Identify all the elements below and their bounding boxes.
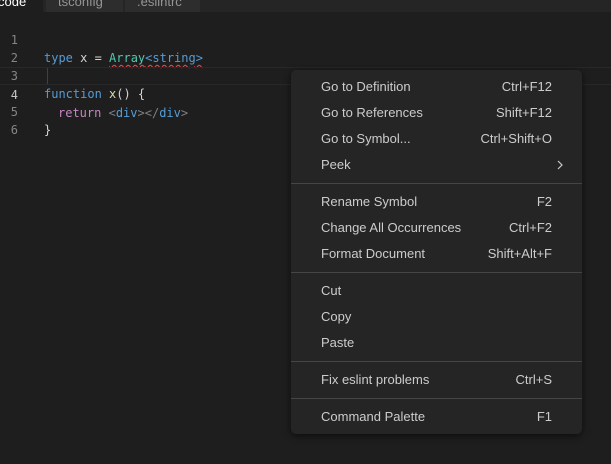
menu-item-shortcut: Ctrl+Shift+O — [480, 131, 552, 146]
menu-item-fix-eslint-problems[interactable]: Fix eslint problems Ctrl+S — [291, 367, 582, 393]
menu-item-label: Go to Definition — [321, 79, 411, 94]
code-text: } — [44, 123, 52, 137]
menu-item-label: Go to References — [321, 105, 423, 120]
context-menu: Go to Definition Ctrl+F12 Go to Referenc… — [291, 70, 582, 434]
tab-code[interactable]: code — [0, 0, 44, 12]
menu-item-label: Peek — [321, 157, 351, 172]
menu-item-label: Command Palette — [321, 409, 426, 424]
menu-separator — [291, 361, 582, 362]
menu-item-shortcut: Shift+F12 — [495, 105, 552, 120]
menu-item-cut[interactable]: Cut — [291, 278, 582, 304]
menu-item-copy[interactable]: Copy — [291, 304, 582, 330]
tab-tsconfig[interactable]: tsconfig — [46, 0, 124, 12]
menu-item-label: Cut — [321, 283, 342, 298]
menu-item-label: Format Document — [321, 246, 426, 261]
code-line-3[interactable]: 3 function x() { — [0, 49, 611, 101]
menu-item-label: Paste — [321, 335, 355, 350]
menu-item-label: Change All Occurrences — [321, 220, 462, 235]
tab-label: tsconfig — [58, 0, 103, 9]
tab-bar: code tsconfig .eslintrc — [0, 0, 611, 12]
menu-item-rename-symbol[interactable]: Rename Symbol F2 — [291, 189, 582, 215]
menu-item-label: Copy — [321, 309, 352, 324]
tab-eslintrc[interactable]: .eslintrc — [125, 0, 201, 12]
menu-item-change-all-occurrences[interactable]: Change All Occurrences Ctrl+F2 — [291, 215, 582, 241]
menu-item-paste[interactable]: Paste — [291, 330, 582, 356]
menu-item-command-palette[interactable]: Command Palette F1 — [291, 404, 582, 430]
menu-item-shortcut: Shift+Alt+F — [487, 246, 552, 261]
menu-separator — [291, 272, 582, 273]
code-line-2[interactable]: 2 — [0, 31, 611, 65]
menu-item-label: Rename Symbol — [321, 194, 418, 209]
menu-item-label: Go to Symbol... — [321, 131, 411, 146]
menu-item-go-to-definition[interactable]: Go to Definition Ctrl+F12 — [291, 74, 582, 100]
menu-item-shortcut: Ctrl+F2 — [509, 220, 552, 235]
menu-item-shortcut: Ctrl+S — [515, 372, 552, 387]
code-line-1[interactable]: 1 type x = Array<string> — [0, 13, 611, 65]
chevron-right-icon — [557, 160, 563, 170]
menu-item-format-document[interactable]: Format Document Shift+Alt+F — [291, 241, 582, 267]
tab-label: .eslintrc — [137, 0, 182, 9]
menu-item-go-to-symbol[interactable]: Go to Symbol... Ctrl+Shift+O — [291, 126, 582, 152]
menu-item-shortcut: Ctrl+F12 — [501, 79, 552, 94]
menu-item-peek[interactable]: Peek — [291, 152, 582, 178]
menu-item-shortcut: F2 — [536, 194, 552, 209]
menu-separator — [291, 398, 582, 399]
tab-label: code — [0, 0, 27, 9]
menu-item-shortcut: F1 — [536, 409, 552, 424]
menu-item-go-to-references[interactable]: Go to References Shift+F12 — [291, 100, 582, 126]
menu-item-label: Fix eslint problems — [321, 372, 430, 387]
line-number: 6 — [10, 123, 18, 137]
menu-separator — [291, 183, 582, 184]
